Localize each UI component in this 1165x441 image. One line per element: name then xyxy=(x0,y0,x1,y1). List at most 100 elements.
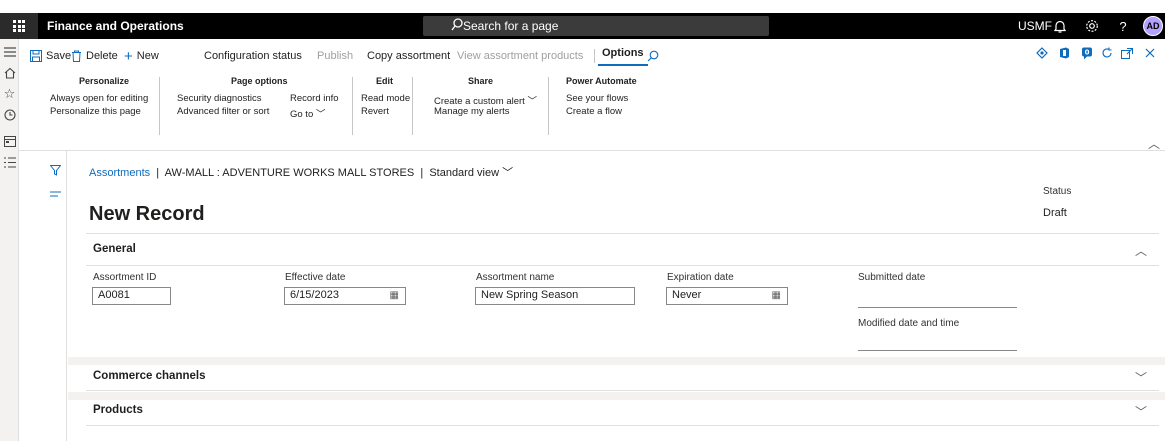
breadcrumb-assortments-link[interactable]: Assortments xyxy=(89,167,150,179)
app-window: Finance and Operations Search for a page… xyxy=(0,0,1165,441)
commerce-channels-title: Commerce channels xyxy=(93,370,206,382)
effective-date-value: 6/15/2023 xyxy=(290,289,339,301)
expiration-date-value: Never xyxy=(672,289,702,301)
submitted-date-label: Submitted date xyxy=(858,272,926,283)
view-assortment-products-button[interactable]: View assortment products xyxy=(457,47,583,65)
chevron-down-icon: ﹀ xyxy=(499,167,514,179)
office-icon[interactable] xyxy=(1057,46,1071,60)
breadcrumb-record: AW-MALL : ADVENTURE WORKS MALL STORES xyxy=(164,167,415,179)
general-section-header[interactable]: General ︿ xyxy=(86,234,1159,266)
breadcrumb-separator: | xyxy=(417,167,430,179)
effective-date-label: Effective date xyxy=(285,272,346,283)
new-label: New xyxy=(136,50,159,62)
help-icon[interactable]: ? xyxy=(1113,16,1133,36)
collapse-ribbon-button[interactable]: ︿ xyxy=(1148,135,1160,152)
waffle-icon xyxy=(13,20,25,32)
svg-text:0: 0 xyxy=(1085,48,1090,56)
assortment-name-label: Assortment name xyxy=(476,272,555,283)
read-mode-button[interactable]: Read mode xyxy=(361,93,410,104)
products-title: Products xyxy=(93,404,143,416)
assortment-name-value: New Spring Season xyxy=(481,289,579,301)
power-apps-icon[interactable] xyxy=(1035,46,1049,60)
revert-button[interactable]: Revert xyxy=(361,106,389,117)
close-icon[interactable] xyxy=(1143,46,1157,60)
see-your-flows-button[interactable]: See your flows xyxy=(566,93,628,104)
action-search-button[interactable] xyxy=(647,47,659,65)
expiration-date-field[interactable]: Never ▦ xyxy=(666,287,788,305)
page-title: New Record xyxy=(89,203,205,225)
section-gap xyxy=(68,357,1165,365)
list-icon[interactable] xyxy=(3,156,16,169)
avatar[interactable]: AD xyxy=(1143,16,1163,36)
ribbon-group-edit-header: Edit xyxy=(376,76,393,86)
manage-alerts-button[interactable]: Manage my alerts xyxy=(434,106,510,117)
company-picker[interactable]: USMF xyxy=(1018,19,1052,33)
assortment-id-value: A0081 xyxy=(98,289,130,301)
workspace-icon[interactable] xyxy=(3,135,16,148)
assortment-id-label: Assortment ID xyxy=(93,272,157,283)
commerce-channels-section-header[interactable]: Commerce channels ﹀ xyxy=(86,365,1159,391)
star-icon[interactable]: ☆ xyxy=(3,86,16,101)
products-section-header[interactable]: Products ﹀ xyxy=(86,400,1159,426)
view-selector[interactable]: Standard view ﹀ xyxy=(429,167,513,179)
hamburger-icon[interactable] xyxy=(3,45,16,58)
search-icon xyxy=(451,18,463,31)
copy-assortment-button[interactable]: Copy assortment xyxy=(367,47,450,65)
page-search-box[interactable]: Search for a page xyxy=(423,16,769,36)
app-title: Finance and Operations xyxy=(47,19,184,33)
chevron-down-icon: ﹀ xyxy=(315,109,326,120)
app-launcher-button[interactable] xyxy=(0,13,38,39)
bell-icon[interactable] xyxy=(1050,16,1070,36)
go-to-button[interactable]: Go to ﹀ xyxy=(290,106,325,120)
search-placeholder: Search for a page xyxy=(463,19,559,33)
clock-icon[interactable] xyxy=(3,108,16,121)
publish-button[interactable]: Publish xyxy=(317,47,353,65)
save-label: Save xyxy=(46,50,72,62)
filter-strip xyxy=(45,151,67,441)
ribbon-divider xyxy=(159,77,160,135)
top-nav-bar: Finance and Operations Search for a page… xyxy=(0,13,1165,39)
view-selector-label: Standard view xyxy=(429,167,500,179)
chevron-down-icon: ﹀ xyxy=(527,96,537,107)
toolbar-divider xyxy=(594,49,595,63)
always-open-for-editing-button[interactable]: Always open for editing xyxy=(50,93,148,104)
new-button[interactable]: + New xyxy=(124,47,159,65)
breadcrumb-separator: | xyxy=(153,167,165,179)
chevron-down-icon: ﹀ xyxy=(1134,371,1147,385)
ribbon-group-personalize-header: Personalize xyxy=(79,76,130,86)
create-custom-alert-button[interactable]: Create a custom alert ﹀ xyxy=(434,93,537,107)
notification-icon[interactable]: 0 xyxy=(1080,46,1094,60)
gear-icon[interactable] xyxy=(1082,16,1102,36)
personalize-page-button[interactable]: Personalize this page xyxy=(50,106,141,117)
modified-date-label: Modified date and time xyxy=(858,318,960,329)
assortment-id-field[interactable]: A0081 xyxy=(92,287,171,305)
tab-options[interactable]: Options xyxy=(598,44,648,66)
create-flow-button[interactable]: Create a flow xyxy=(566,106,622,117)
filter-icon[interactable] xyxy=(49,165,62,179)
record-info-button[interactable]: Record info xyxy=(290,93,339,104)
calendar-icon[interactable]: ▦ xyxy=(772,290,781,301)
save-button[interactable]: Save xyxy=(30,47,71,65)
expiration-date-label: Expiration date xyxy=(667,272,734,283)
assortment-name-field[interactable]: New Spring Season xyxy=(475,287,635,305)
open-in-new-window-icon[interactable] xyxy=(1120,46,1134,60)
modified-date-field xyxy=(858,350,1017,351)
navigation-rail: ☆ xyxy=(0,39,19,441)
plus-icon: + xyxy=(124,47,133,65)
save-icon xyxy=(30,50,42,62)
ribbon-divider xyxy=(412,77,413,135)
section-gap xyxy=(68,392,1165,400)
search-icon xyxy=(647,50,659,62)
action-pane: Save Delete + New Configuration status P… xyxy=(19,39,1165,151)
effective-date-field[interactable]: 6/15/2023 ▦ xyxy=(284,287,406,305)
go-to-label: Go to xyxy=(290,109,314,120)
home-icon[interactable] xyxy=(3,66,16,79)
delete-button[interactable]: Delete xyxy=(71,47,118,65)
status-value: Draft xyxy=(1043,207,1067,219)
configuration-status-button[interactable]: Configuration status xyxy=(204,47,302,65)
refresh-icon[interactable] xyxy=(1100,46,1114,60)
security-diagnostics-button[interactable]: Security diagnostics xyxy=(177,93,261,104)
related-info-icon[interactable] xyxy=(50,187,61,201)
advanced-filter-button[interactable]: Advanced filter or sort xyxy=(177,106,269,117)
calendar-icon[interactable]: ▦ xyxy=(390,290,399,301)
